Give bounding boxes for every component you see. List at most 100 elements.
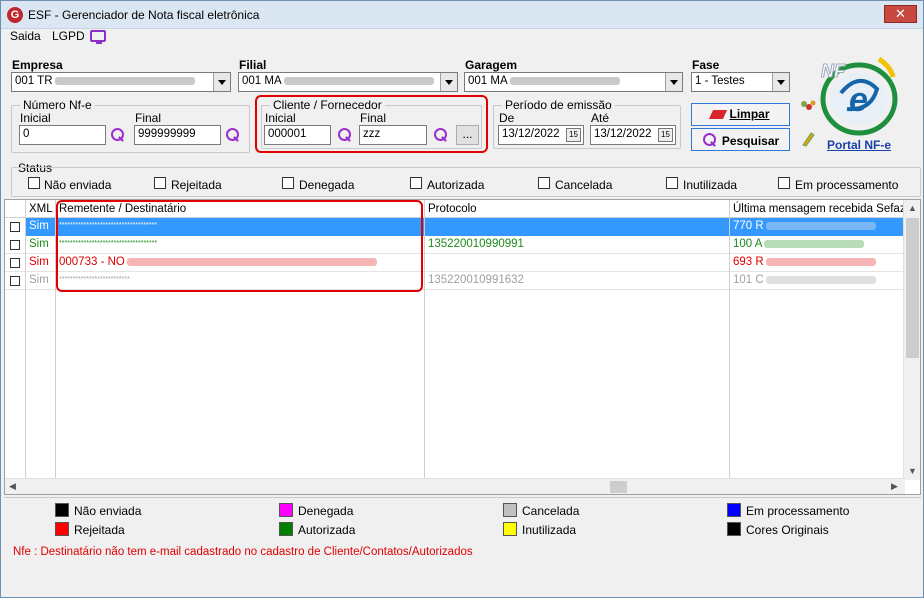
- table-row[interactable]: Sim ************************************…: [5, 218, 905, 236]
- row-select-cell[interactable]: [5, 236, 26, 254]
- pesquisar-button[interactable]: Pesquisar: [691, 128, 790, 151]
- scroll-left-icon[interactable]: ◀: [9, 481, 16, 492]
- periodo-ate-input[interactable]: 13/12/2022 15: [590, 125, 676, 145]
- periodo-de-input[interactable]: 13/12/2022 15: [498, 125, 584, 145]
- header-xml[interactable]: XML: [26, 200, 56, 218]
- mensagem-cell: 693 R: [730, 254, 905, 272]
- status-checkbox-cancelada[interactable]: [538, 177, 550, 189]
- calendar-icon[interactable]: 15: [658, 128, 673, 142]
- tools-icon[interactable]: [799, 98, 817, 114]
- vertical-scrollbar[interactable]: ▲ ▼: [903, 200, 920, 480]
- row-checkbox[interactable]: [10, 258, 20, 268]
- header-remetente[interactable]: Remetente / Destinatário: [56, 200, 425, 218]
- numero-final-label: Final: [135, 111, 162, 125]
- cliente-final-input[interactable]: zzz: [359, 125, 427, 145]
- calendar-icon[interactable]: 15: [566, 128, 581, 142]
- status-checkbox-em-processamento[interactable]: [778, 177, 790, 189]
- remetente-cell: ************************************: [56, 218, 425, 236]
- horizontal-scroll-thumb[interactable]: [610, 481, 627, 493]
- status-label-cancelada: Cancelada: [555, 178, 613, 192]
- chevron-down-icon[interactable]: [772, 73, 789, 91]
- table-row[interactable]: Sim ************************************…: [5, 236, 905, 254]
- pencil-icon[interactable]: [801, 131, 815, 147]
- table-row[interactable]: Sim ************************** 135220010…: [5, 272, 905, 290]
- mensagem-text: 693 R: [733, 256, 764, 268]
- row-select-cell[interactable]: [5, 272, 26, 290]
- numero-final-input[interactable]: 999999999: [134, 125, 221, 145]
- mensagem-cell: 770 R: [730, 218, 905, 236]
- scroll-up-icon[interactable]: ▲: [908, 203, 917, 213]
- legend-label: Inutilizada: [522, 523, 577, 537]
- row-checkbox[interactable]: [10, 240, 20, 250]
- row-checkbox[interactable]: [10, 276, 20, 286]
- row-select-cell[interactable]: [5, 254, 26, 272]
- garagem-select[interactable]: 001 MA: [464, 72, 683, 92]
- search-icon: [702, 132, 718, 148]
- search-icon[interactable]: [225, 127, 241, 143]
- legend-swatch: [503, 522, 517, 536]
- header-mensagem[interactable]: Última mensagem recebida Sefaz: [730, 200, 906, 218]
- redacted-text: [765, 257, 876, 266]
- search-icon[interactable]: [433, 127, 449, 143]
- table-row[interactable]: Sim 000733 - NO 693 R: [5, 254, 905, 272]
- horizontal-scrollbar[interactable]: ◀ ▶: [5, 478, 905, 494]
- search-icon[interactable]: [110, 127, 126, 143]
- numero-inicial-label: Inicial: [20, 111, 51, 125]
- search-icon[interactable]: [337, 127, 353, 143]
- limpar-label: Limpar: [729, 107, 770, 121]
- protocolo-cell: [425, 218, 730, 236]
- mensagem-text: 770 R: [733, 220, 764, 232]
- limpar-button[interactable]: Limpar: [691, 103, 790, 126]
- status-label-em-processamento: Em processamento: [795, 178, 899, 192]
- fase-select[interactable]: 1 - Testes: [691, 72, 790, 92]
- color-legend: Não enviada Rejeitada Denegada Autorizad…: [4, 497, 921, 539]
- legend-label: Em processamento: [746, 504, 850, 518]
- legend-swatch: [279, 522, 293, 536]
- protocolo-cell: 135220010991632: [425, 272, 730, 290]
- column-divider: [56, 290, 425, 480]
- status-checkbox-autorizada[interactable]: [410, 177, 422, 189]
- menu-lgpd[interactable]: LGPD: [52, 29, 85, 43]
- monitor-icon[interactable]: [90, 30, 106, 44]
- status-checkbox-rejeitada[interactable]: [154, 177, 166, 189]
- legend-label: Cores Originais: [746, 523, 829, 537]
- status-checkbox-nao-enviada[interactable]: [28, 177, 40, 189]
- periodo-de-value: 13/12/2022: [502, 128, 560, 140]
- cliente-inicial-input[interactable]: 000001: [264, 125, 331, 145]
- empresa-select[interactable]: 001 TR: [11, 72, 231, 92]
- chevron-down-icon[interactable]: [665, 73, 682, 91]
- xml-cell: Sim: [26, 254, 56, 272]
- legend-swatch: [55, 503, 69, 517]
- cliente-final-label: Final: [360, 111, 387, 125]
- eraser-icon: [709, 110, 728, 120]
- empresa-value: 001 TR: [15, 75, 53, 87]
- legend-label: Cancelada: [522, 504, 580, 518]
- nfe-grid[interactable]: XML Remetente / Destinatário Protocolo Ú…: [4, 199, 921, 495]
- row-checkbox[interactable]: [10, 222, 20, 232]
- fase-label: Fase: [692, 58, 720, 72]
- numero-inicial-input[interactable]: 0: [19, 125, 106, 145]
- vertical-scroll-thumb[interactable]: [906, 218, 919, 358]
- filial-select[interactable]: 001 MA: [238, 72, 458, 92]
- portal-nfe-link[interactable]: Portal NF-e: [827, 138, 891, 152]
- scroll-down-icon[interactable]: ▼: [908, 466, 917, 476]
- cliente-inicial-label: Inicial: [265, 111, 296, 125]
- title-bar: G ESF - Gerenciador de Nota fiscal eletr…: [1, 1, 923, 29]
- legend-swatch: [55, 522, 69, 536]
- grid-header: XML Remetente / Destinatário Protocolo Ú…: [5, 200, 906, 218]
- close-button[interactable]: ✕: [884, 5, 917, 23]
- header-protocolo[interactable]: Protocolo: [425, 200, 730, 218]
- row-select-cell[interactable]: [5, 218, 26, 236]
- redacted-text: [765, 221, 876, 230]
- menu-saida[interactable]: Saida: [10, 29, 41, 43]
- status-label-autorizada: Autorizada: [427, 178, 485, 192]
- chevron-down-icon[interactable]: [213, 73, 230, 91]
- chevron-down-icon[interactable]: [440, 73, 457, 91]
- status-checkbox-denegada[interactable]: [282, 177, 294, 189]
- periodo-title: Período de emissão: [502, 98, 615, 112]
- status-checkbox-inutilizada[interactable]: [666, 177, 678, 189]
- scroll-right-icon[interactable]: ▶: [891, 481, 898, 492]
- column-divider: [5, 290, 26, 480]
- cliente-more-button[interactable]: ...: [456, 125, 479, 145]
- mensagem-text: 101 C: [733, 274, 764, 286]
